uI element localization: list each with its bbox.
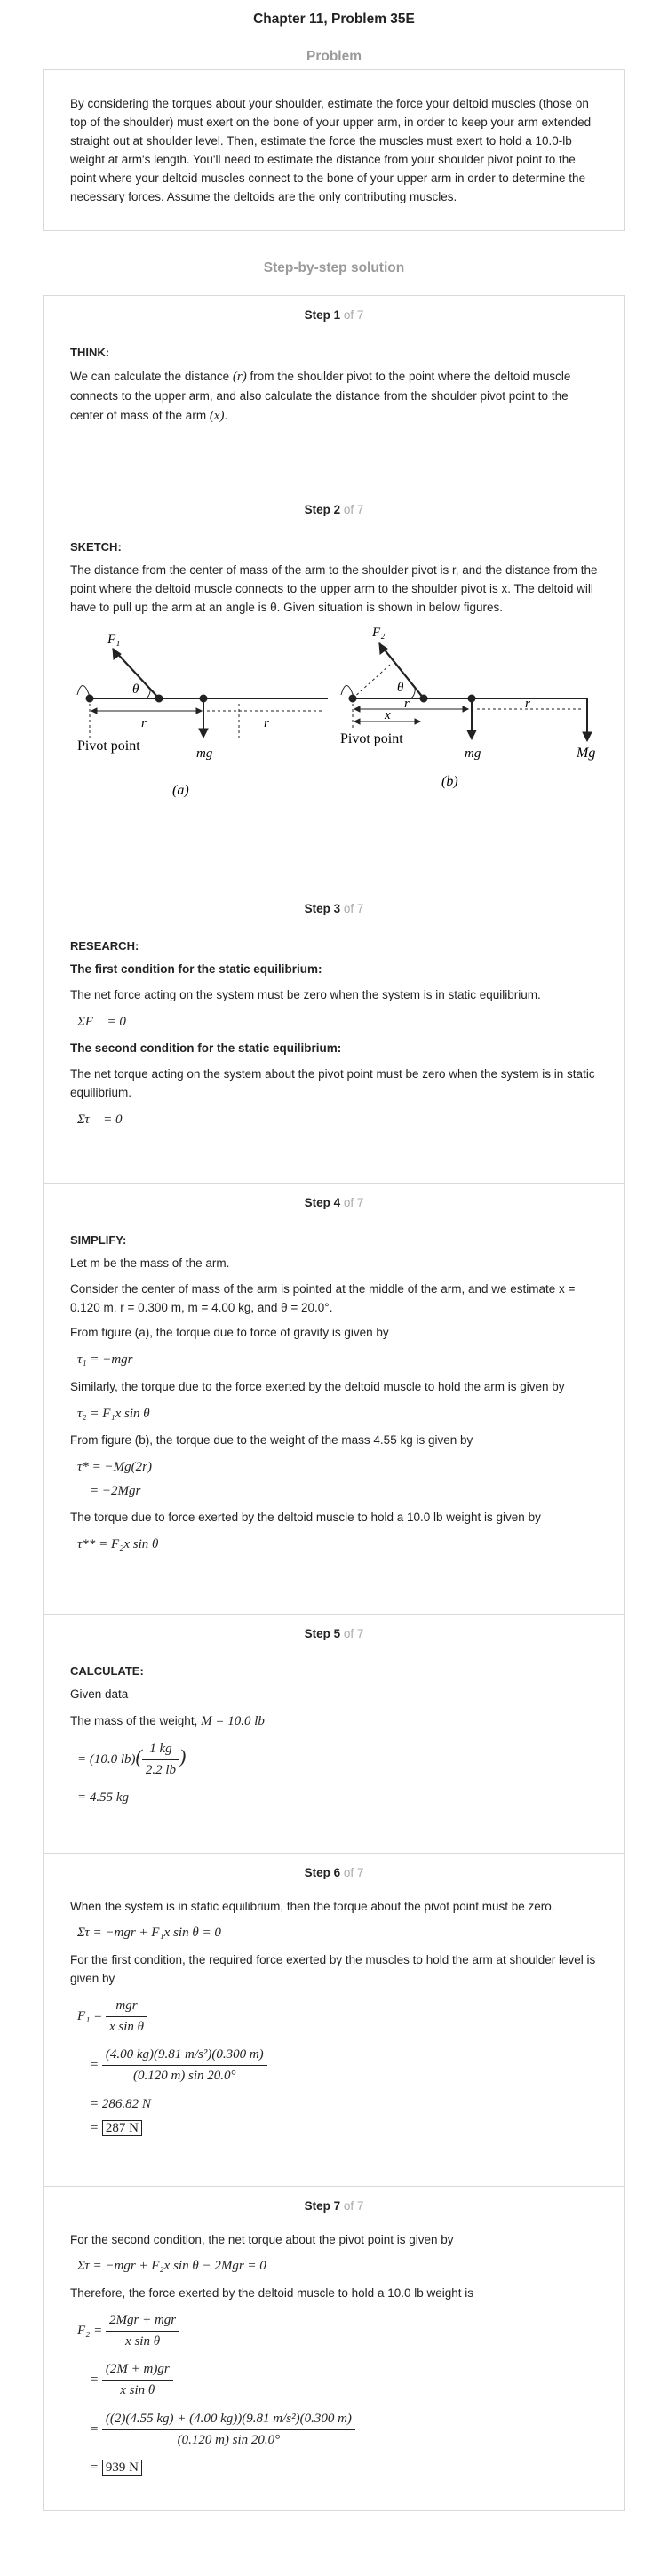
mg-label-a: mg — [196, 746, 213, 761]
step-text: Given data — [70, 1687, 129, 1701]
step-text: For the first condition, the required fo… — [70, 1952, 596, 1985]
step-text: From figure (a), the torque due to force… — [70, 1326, 389, 1340]
equation: = (10.0 lb)(1 kg 2.2 lb) — [77, 1739, 598, 1782]
page-title: Chapter 11, Problem 35E — [253, 12, 415, 27]
equation: = 286.82 N — [90, 2096, 151, 2111]
problem-text: By considering the torques about your sh… — [70, 97, 592, 203]
problem-heading: Problem — [306, 49, 362, 64]
equation: F₂ = 2Mgr + mgr x sin θ — [77, 2310, 598, 2353]
step-label: THINK: — [70, 345, 110, 359]
equation: τ* = −Mg(2r) — [77, 1459, 152, 1474]
equation: Στ = −mgr + F₂x sin θ − 2Mgr = 0 — [77, 2259, 266, 2274]
equation: F₁ = mgr x sin θ — [77, 1996, 598, 2038]
step-title: Step 1 of 7 — [304, 307, 364, 322]
answer: = 939 N — [90, 2458, 598, 2478]
step-label: SIMPLIFY: — [70, 1232, 127, 1247]
step-text: We can calculate the distance (r) from t… — [70, 369, 571, 423]
step-text: For the second condition, the net torque… — [70, 2232, 454, 2246]
step-5: Step 5 of 7 CALCULATE: Given data The ma… — [44, 1613, 624, 1853]
pivot-label-a: Pivot point — [77, 738, 140, 754]
step-text: Let m be the mass of the arm. — [70, 1256, 230, 1270]
answer: = 287 N — [90, 2118, 598, 2139]
r-label-a2: r — [264, 716, 269, 730]
equation: τ₁ = −mgr — [77, 1352, 133, 1368]
solution-box: Step 1 of 7 THINK: We can calculate the … — [43, 294, 625, 2511]
step-title: Step 5 of 7 — [304, 1626, 364, 1640]
figure-b — [340, 642, 592, 743]
caption-b: (b) — [441, 774, 458, 789]
step-label: RESEARCH: — [70, 938, 139, 953]
equation: = −2Mgr — [90, 1483, 141, 1498]
equation: τ** = F₂x sin θ — [77, 1537, 159, 1552]
equation: = ((2)(4.55 kg) + (4.00 kg))(9.81 m/s²)(… — [90, 2409, 598, 2452]
theta-label-b: θ — [397, 681, 404, 695]
step-title: Step 6 of 7 — [304, 1865, 364, 1879]
caption-a: (a) — [172, 783, 189, 798]
step-text: When the system is in static equilibrium… — [70, 1899, 555, 1913]
step-label: SKETCH: — [70, 539, 122, 554]
theta-label-a: θ — [132, 682, 139, 697]
step-3: Step 3 of 7 RESEARCH: The first conditio… — [44, 888, 624, 1183]
force-f1-label: F₁ — [107, 633, 120, 647]
equation: = 4.55 kg — [77, 1790, 130, 1806]
step-7: Step 7 of 7 For the second condition, th… — [44, 2185, 624, 2510]
step-title: Step 7 of 7 — [304, 2198, 364, 2213]
equation: = (2M + m)gr x sin θ — [90, 2359, 598, 2402]
equation: τ₂ = F₁x sin θ — [77, 1406, 150, 1421]
step-text: Therefore, the force exerted by the delt… — [70, 2285, 474, 2300]
step-title: Step 4 of 7 — [304, 1195, 364, 1209]
equation: Στ = −mgr + F₁x sin θ = 0 — [77, 1926, 221, 1941]
step-title: Step 3 of 7 — [304, 901, 364, 915]
step-text: The net torque acting on the system abou… — [70, 1066, 595, 1099]
step-text: Consider the center of mass of the arm i… — [70, 1281, 576, 1314]
equation: ΣF⃗ = 0 — [77, 1014, 126, 1029]
figure-a — [76, 648, 328, 740]
equation: = (4.00 kg)(9.81 m/s²)(0.300 m) (0.120 m)… — [90, 2045, 598, 2087]
equation: Στ⃗ = 0 — [77, 1112, 123, 1127]
Mg-label-b: Mg — [576, 746, 595, 761]
r-label-a1: r — [141, 716, 147, 730]
step-2: Step 2 of 7 SKETCH: The distance from th… — [44, 489, 624, 889]
step-label: CALCULATE: — [70, 1663, 144, 1678]
mg-label-b: mg — [465, 746, 481, 761]
solution-heading: Step-by-step solution — [263, 259, 405, 275]
step-1: Step 1 of 7 THINK: We can calculate the … — [44, 296, 624, 490]
condition-heading: The first condition for the static equil… — [70, 961, 322, 976]
condition-heading: The second condition for the static equi… — [70, 1041, 342, 1055]
step-text: The distance from the center of mass of … — [70, 562, 598, 614]
force-f2-label: F₂ — [371, 626, 385, 640]
step-title: Step 2 of 7 — [304, 502, 364, 516]
step-text: The torque due to force exerted by the d… — [70, 1511, 541, 1525]
step-text: The net force acting on the system must … — [70, 987, 541, 1001]
step-4: Step 4 of 7 SIMPLIFY: Let m be the mass … — [44, 1182, 624, 1614]
r-label-b1: r — [404, 697, 410, 711]
step-6: Step 6 of 7 When the system is in static… — [44, 1852, 624, 2186]
step-text: The mass of the weight, M = 10.0 lb — [70, 1713, 265, 1728]
arm-figure: F₁ θ r r Pivot point mg (a) F₂ θ r r x P… — [76, 626, 595, 798]
r-label-b2: r — [525, 697, 530, 711]
problem-box: By considering the torques about your sh… — [43, 69, 625, 231]
step-text: From figure (b), the torque due to the w… — [70, 1432, 473, 1447]
pivot-label-b: Pivot point — [340, 731, 403, 746]
x-label-b: x — [384, 708, 391, 722]
step-text: Similarly, the torque due to the force e… — [70, 1379, 565, 1393]
